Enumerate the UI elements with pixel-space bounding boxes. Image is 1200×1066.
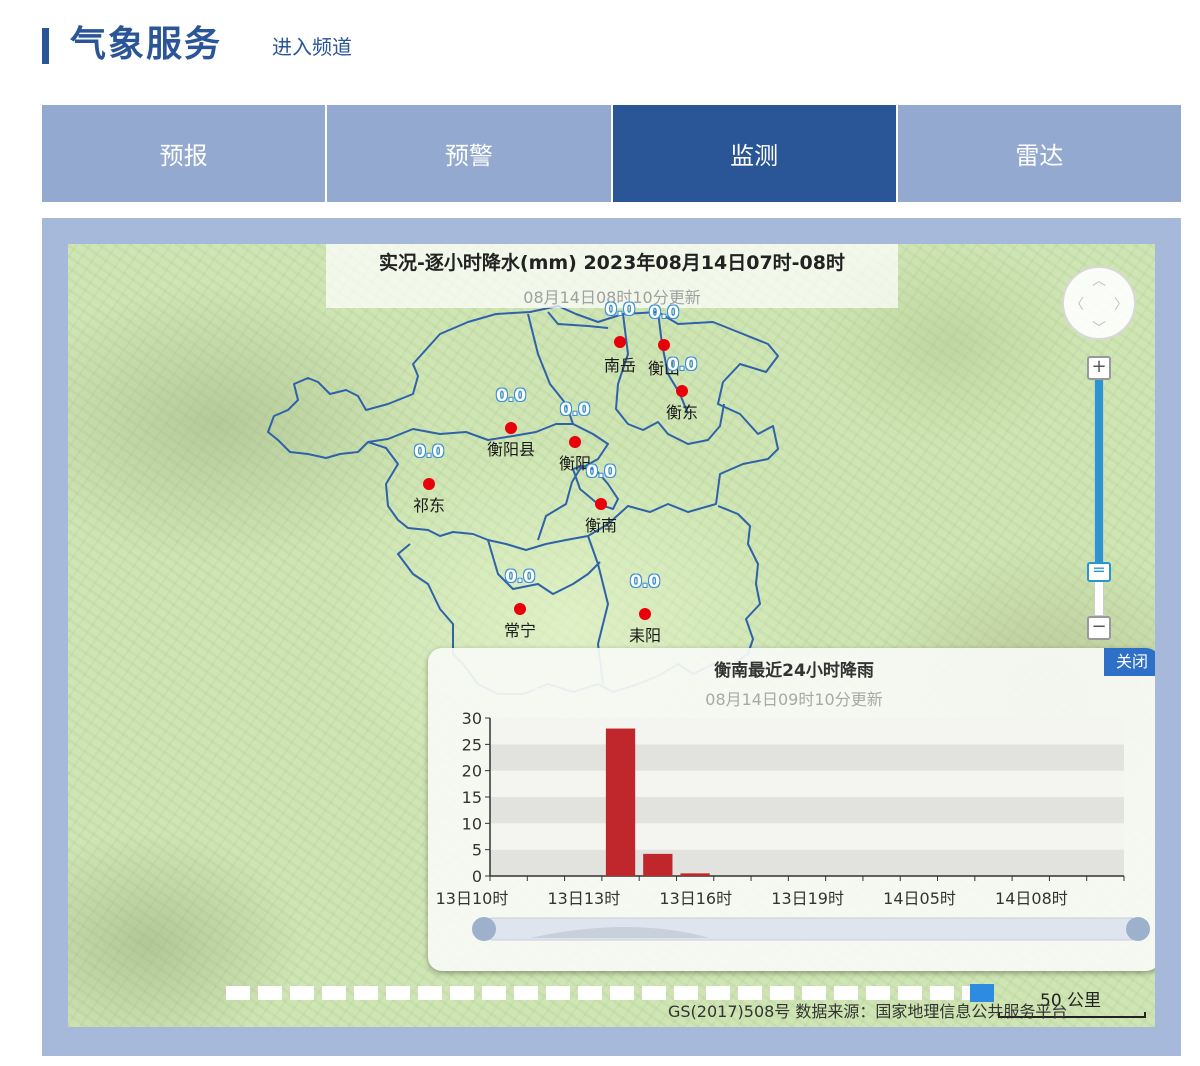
header-accent-bar xyxy=(42,28,49,64)
section-title: 气象服务 xyxy=(70,24,223,65)
data-zoom-handle-right xyxy=(1126,917,1150,941)
station-name: 衡南 xyxy=(584,516,617,535)
x-tick-label: 13日19时 xyxy=(771,889,844,908)
time-step[interactable] xyxy=(514,986,538,1000)
station-marker[interactable] xyxy=(423,478,435,490)
enter-channel-link[interactable]: 进入频道 xyxy=(272,34,352,60)
station-value: 0.0 xyxy=(559,400,591,420)
y-tick-label: 30 xyxy=(462,709,482,728)
station-name: 常宁 xyxy=(503,621,536,640)
data-zoom-handle-left xyxy=(472,917,496,941)
station-value: 0.0 xyxy=(585,462,617,482)
time-step[interactable] xyxy=(482,986,506,1000)
station-value: 0.0 xyxy=(604,300,636,320)
time-step[interactable] xyxy=(386,986,410,1000)
grid-band xyxy=(490,718,1124,745)
time-step[interactable] xyxy=(290,986,314,1000)
rain-bar xyxy=(643,853,673,876)
station-value: 0.0 xyxy=(666,355,698,375)
y-tick-label: 25 xyxy=(462,735,482,754)
grid-band xyxy=(490,770,1124,797)
station-marker[interactable] xyxy=(569,436,581,448)
y-tick-label: 10 xyxy=(462,814,482,833)
zoom-slider-fill xyxy=(1095,380,1103,570)
station-marker[interactable] xyxy=(658,339,670,351)
map-panel: 实况-逐小时降水(mm) 2023年08月14日07时-08时 08月14日08… xyxy=(42,218,1181,1056)
station-name: 祁东 xyxy=(412,496,445,515)
popup-update-time: 08月14日09时10分更新 xyxy=(705,690,883,709)
time-step[interactable] xyxy=(226,986,250,1000)
map-title: 实况-逐小时降水(mm) 2023年08月14日07时-08时 xyxy=(379,252,845,274)
y-tick-label: 15 xyxy=(462,788,482,807)
time-step[interactable] xyxy=(450,986,474,1000)
grid-band xyxy=(490,744,1124,771)
tab-monitoring[interactable]: 监测 xyxy=(612,105,898,202)
grid-band xyxy=(490,797,1124,824)
station-name: 耒阳 xyxy=(628,626,661,645)
station-value: 0.0 xyxy=(648,303,680,323)
x-tick-label: 13日10时 xyxy=(436,889,509,908)
section-header: 气象服务 进入频道 xyxy=(42,22,642,68)
close-button[interactable]: 关闭 xyxy=(1104,648,1155,676)
pan-compass-control[interactable]: ︿ ﹀ 〈 〉 xyxy=(1062,266,1136,340)
station-value: 0.0 xyxy=(504,567,536,587)
time-step[interactable] xyxy=(322,986,346,1000)
station-value: 0.0 xyxy=(629,572,661,592)
x-tick-label: 14日05时 xyxy=(883,889,956,908)
grid-band xyxy=(490,849,1124,876)
y-tick-label: 20 xyxy=(462,762,482,781)
grid-band xyxy=(490,823,1124,850)
time-step[interactable] xyxy=(354,986,378,1000)
station-marker[interactable] xyxy=(639,608,651,620)
tab-radar[interactable]: 雷达 xyxy=(897,105,1181,202)
time-step[interactable] xyxy=(642,986,666,1000)
station-name: 衡东 xyxy=(665,403,698,422)
station-marker[interactable] xyxy=(595,498,607,510)
station-value: 0.0 xyxy=(495,386,527,406)
station-rain-popup: 衡南最近24小时降雨 08月14日09时10分更新 关闭 0 5 10 15 20 25 3… xyxy=(428,648,1155,971)
rain-bar xyxy=(680,873,710,876)
map-attribution: GS(2017)508号 数据来源：国家地理信息公共服务平台 xyxy=(668,1002,1068,1021)
station-marker[interactable] xyxy=(514,603,526,615)
time-step[interactable] xyxy=(578,986,602,1000)
time-step[interactable] xyxy=(418,986,442,1000)
station-value: 0.0 xyxy=(413,442,445,462)
rain-bar xyxy=(605,728,636,876)
weather-tabs: 预报 预警 监测 雷达 xyxy=(42,105,1181,202)
zoom-slider-handle[interactable]: = xyxy=(1087,562,1111,582)
tab-forecast[interactable]: 预报 xyxy=(42,105,328,202)
map-title-box: 实况-逐小时降水(mm) 2023年08月14日07时-08时 08月14日08… xyxy=(326,244,898,308)
x-tick-label: 14日08时 xyxy=(995,889,1068,908)
y-tick-label: 0 xyxy=(472,867,482,886)
time-step[interactable] xyxy=(610,986,634,1000)
time-step[interactable] xyxy=(546,986,570,1000)
y-tick-label: 5 xyxy=(472,841,482,860)
weather-map[interactable]: 实况-逐小时降水(mm) 2023年08月14日07时-08时 08月14日08… xyxy=(68,244,1155,1027)
x-tick-label: 13日16时 xyxy=(659,889,732,908)
zoom-in-button[interactable]: + xyxy=(1087,356,1111,380)
tab-warning[interactable]: 预警 xyxy=(327,105,613,202)
rainfall-bar-chart: 0 5 10 15 20 25 30 13日10时 13日13时 13日16时 13日19时 14日0… xyxy=(436,709,1150,941)
popup-title: 衡南最近24小时降雨 xyxy=(714,661,874,681)
station-marker[interactable] xyxy=(614,336,626,348)
station-marker[interactable] xyxy=(505,422,517,434)
x-tick-label: 13日13时 xyxy=(548,889,621,908)
time-step[interactable] xyxy=(258,986,282,1000)
station-marker[interactable] xyxy=(676,385,688,397)
zoom-out-button[interactable]: − xyxy=(1087,616,1111,640)
